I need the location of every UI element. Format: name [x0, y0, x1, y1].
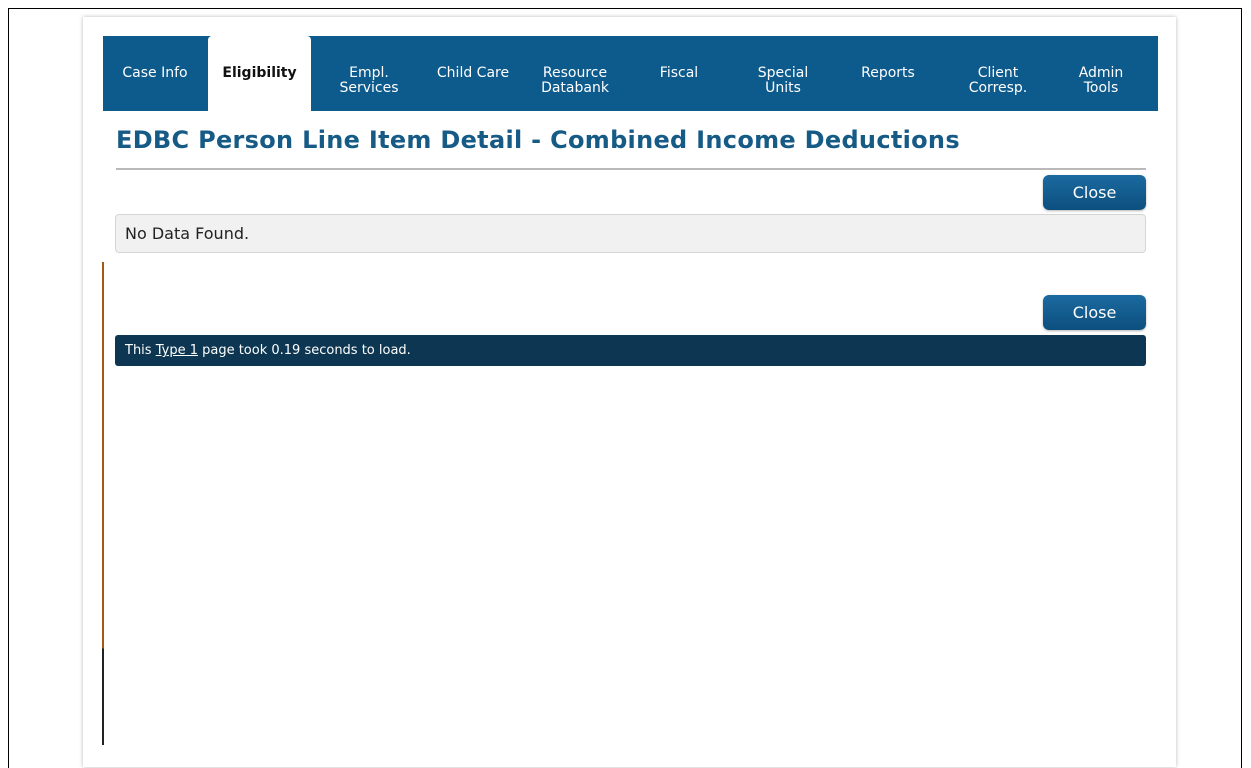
tab-special-units[interactable]: Special Units — [731, 36, 835, 111]
tab-eligibility[interactable]: Eligibility — [208, 36, 311, 112]
title-divider — [116, 168, 1146, 170]
tab-empl-services[interactable]: Empl. Services — [317, 36, 421, 111]
tab-client-corresp[interactable]: Client Corresp. — [946, 36, 1050, 111]
tab-child-care[interactable]: Child Care — [421, 36, 525, 111]
page-load-status-bar: This Type 1 page took 0.19 seconds to lo… — [115, 335, 1146, 366]
left-edge-rule — [102, 262, 104, 745]
page-type-link[interactable]: Type 1 — [156, 343, 198, 358]
close-button-top[interactable]: Close — [1043, 175, 1146, 210]
no-data-panel: No Data Found. — [115, 214, 1146, 253]
page-title: EDBC Person Line Item Detail - Combined … — [116, 126, 960, 154]
tab-resource-databank[interactable]: Resource Databank — [523, 36, 627, 111]
tab-fiscal[interactable]: Fiscal — [627, 36, 731, 111]
tab-reports[interactable]: Reports — [836, 36, 940, 111]
no-data-message: No Data Found. — [125, 224, 250, 243]
status-suffix: page took 0.19 seconds to load. — [197, 343, 411, 358]
status-prefix: This — [125, 343, 156, 358]
tab-case-info[interactable]: Case Info — [103, 36, 207, 111]
main-nav-bar: Case Info Eligibility Empl. Services Chi… — [103, 36, 1158, 112]
tab-admin-tools[interactable]: Admin Tools — [1049, 36, 1153, 111]
close-button-bottom[interactable]: Close — [1043, 295, 1146, 330]
